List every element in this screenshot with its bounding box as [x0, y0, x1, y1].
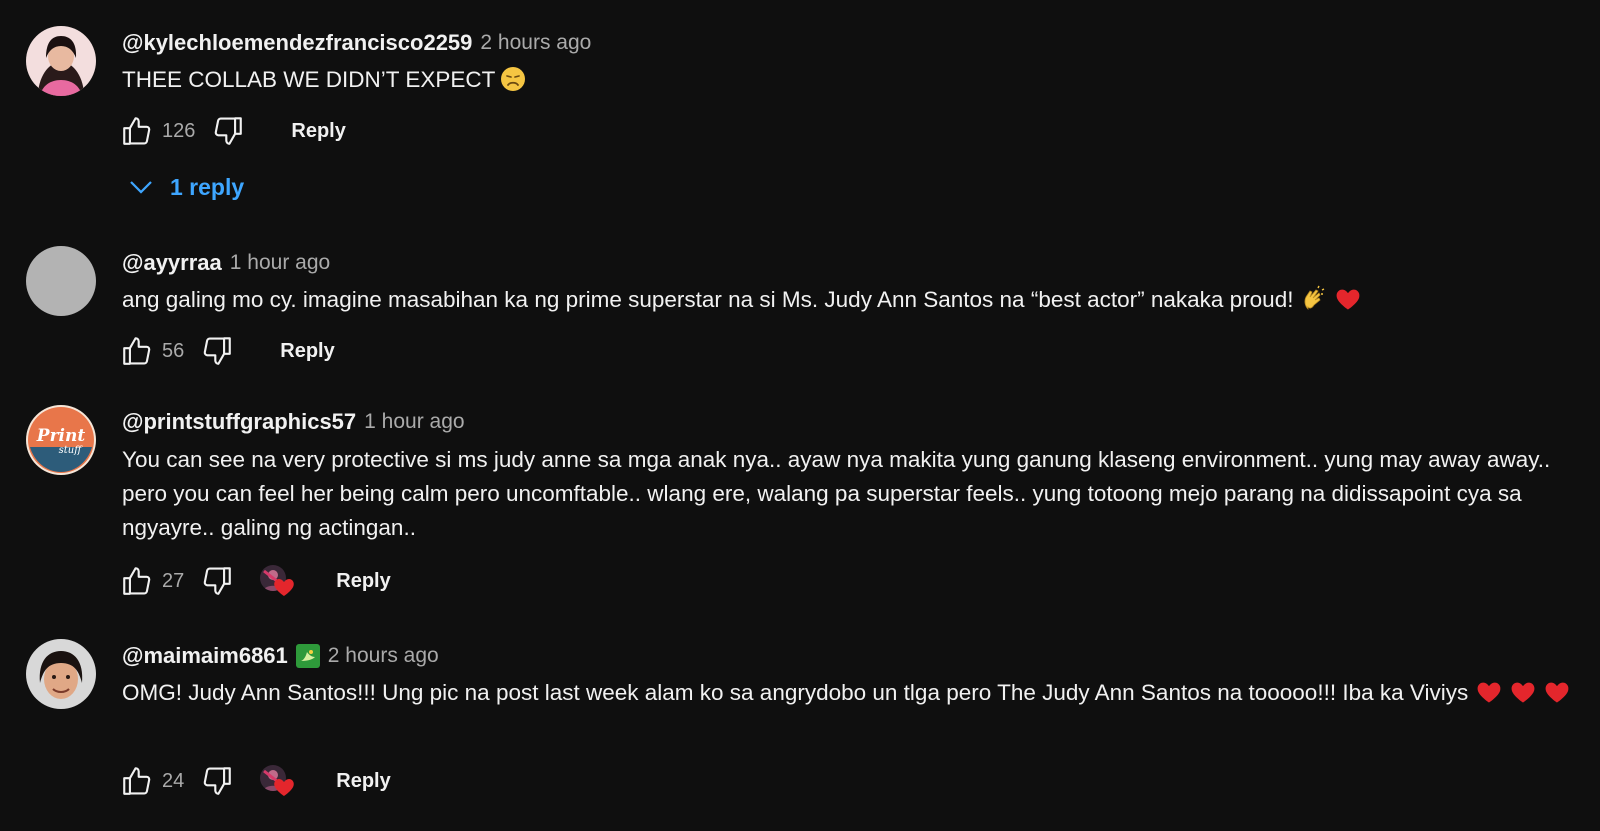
- thumb-up-icon: [120, 334, 154, 368]
- avatar[interactable]: Print stuff: [26, 405, 96, 475]
- comment-text: THEE COLLAB WE DIDN’T EXPECT: [122, 63, 1584, 97]
- comment-text-body: OMG! Judy Ann Santos!!! Ung pic na post …: [122, 680, 1469, 705]
- comment-time[interactable]: 2 hours ago: [328, 644, 439, 668]
- comment-time[interactable]: 1 hour ago: [364, 410, 464, 434]
- like-button[interactable]: [118, 112, 156, 150]
- dislike-button[interactable]: [198, 762, 236, 800]
- replies-count-label: 1 reply: [170, 173, 245, 200]
- thumb-down-icon: [200, 334, 234, 368]
- like-count: 56: [162, 339, 185, 362]
- creator-heart-badge: [258, 761, 298, 801]
- like-count: 126: [162, 119, 196, 142]
- comment-author[interactable]: @printstuffgraphics57: [122, 409, 356, 435]
- clapping-hands-emoji-icon: [1300, 285, 1328, 313]
- dislike-button[interactable]: [198, 562, 236, 600]
- dislike-button[interactable]: [198, 332, 236, 370]
- like-button[interactable]: [118, 562, 156, 600]
- thumb-up-icon: [120, 564, 154, 598]
- comment-text: ang galing mo cy. imagine masabihan ka n…: [122, 283, 1584, 317]
- reply-button[interactable]: Reply: [280, 340, 334, 363]
- comment-text-body: THEE COLLAB WE DIDN’T EXPECT: [122, 67, 496, 92]
- comment-author[interactable]: @maimaim6861: [122, 643, 288, 669]
- thumb-down-icon: [211, 114, 245, 148]
- heart-emoji-icon: [1543, 678, 1571, 706]
- avatar[interactable]: [26, 26, 96, 96]
- comment-text: You can see na very protective si ms jud…: [122, 447, 1551, 540]
- dislike-button[interactable]: [209, 112, 247, 150]
- reply-button[interactable]: Reply: [336, 770, 390, 793]
- comment-text-body: ang galing mo cy. imagine masabihan ka n…: [122, 287, 1294, 312]
- svg-text:Print: Print: [36, 426, 86, 446]
- reply-button[interactable]: Reply: [291, 120, 345, 143]
- thumb-down-icon: [200, 764, 234, 798]
- svg-text:stuff: stuff: [59, 445, 84, 456]
- comment-time[interactable]: 1 hour ago: [230, 251, 330, 275]
- heart-emoji-icon: [1509, 678, 1537, 706]
- like-count: 27: [162, 569, 185, 592]
- view-replies-button[interactable]: 1 reply: [126, 172, 244, 202]
- like-count: 24: [162, 769, 185, 792]
- member-badge-icon: [295, 644, 320, 668]
- comment-author[interactable]: @ayyrraa: [122, 250, 222, 276]
- heart-icon: [272, 575, 296, 599]
- heart-emoji-icon: [1475, 678, 1503, 706]
- reply-button[interactable]: Reply: [336, 570, 390, 593]
- thumb-up-icon: [120, 764, 154, 798]
- avatar[interactable]: [26, 246, 96, 316]
- comment-time[interactable]: 2 hours ago: [480, 31, 591, 55]
- thumb-down-icon: [200, 564, 234, 598]
- heart-emoji-icon: [1334, 285, 1362, 313]
- like-button[interactable]: [118, 332, 156, 370]
- creator-heart-badge: [258, 561, 298, 601]
- weary-face-emoji-icon: [499, 65, 527, 93]
- comment-author[interactable]: @kylechloemendezfrancisco2259: [122, 30, 472, 56]
- chevron-down-icon: [130, 181, 152, 194]
- thumb-up-icon: [120, 114, 154, 148]
- comment-text: OMG! Judy Ann Santos!!! Ung pic na post …: [122, 676, 1584, 710]
- heart-icon: [272, 775, 296, 799]
- avatar[interactable]: [26, 639, 96, 709]
- like-button[interactable]: [118, 762, 156, 800]
